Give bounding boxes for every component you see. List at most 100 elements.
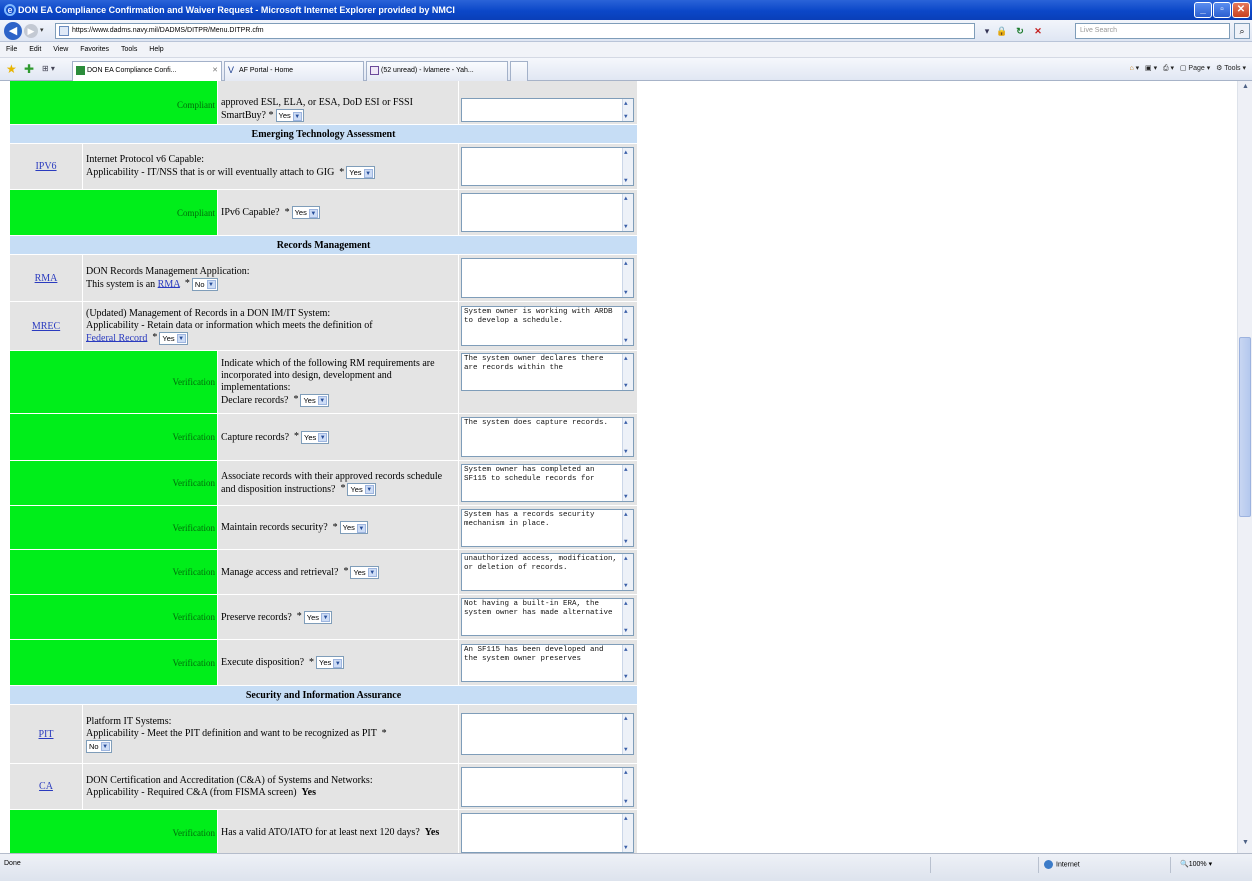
verification-label: Verification <box>10 595 217 639</box>
comment-textarea[interactable]: System has a records security mechanism … <box>461 508 634 547</box>
comment-textarea[interactable] <box>461 98 634 122</box>
page-menu-button[interactable]: ▢ Page ▾ <box>1180 65 1210 72</box>
address-dropdown-icon[interactable]: ▾ <box>980 23 994 39</box>
new-tab-button[interactable] <box>510 61 528 81</box>
back-button[interactable]: ◀ <box>4 22 22 40</box>
ipv6-link[interactable]: IPV6 <box>35 161 56 172</box>
textarea-scrollbar[interactable] <box>622 599 633 635</box>
textarea-scrollbar[interactable] <box>622 194 633 231</box>
answer-select[interactable]: Yes ▼ <box>275 109 304 122</box>
comment-textarea[interactable]: The system does capture records. <box>461 417 634 457</box>
search-input[interactable]: Live Search <box>1075 23 1230 39</box>
menu-file[interactable]: File <box>6 46 17 53</box>
refresh-icon[interactable]: ↻ <box>1012 23 1028 39</box>
textarea-scrollbar[interactable] <box>622 644 633 681</box>
answer-select[interactable]: Yes ▼ <box>339 521 368 534</box>
page-scrollbar[interactable]: ▲ ▼ <box>1237 81 1252 853</box>
comment-cell: An SF115 has been developed and the syst… <box>459 640 637 685</box>
acronym-cell: MREC <box>10 302 82 350</box>
textarea-scrollbar[interactable] <box>622 767 633 806</box>
comment-cell <box>459 810 637 853</box>
rma-definition-link[interactable]: RMA <box>158 278 180 289</box>
answer-select[interactable]: Yes ▼ <box>291 206 320 219</box>
textarea-scrollbar[interactable] <box>622 714 633 754</box>
comment-textarea[interactable]: System owner has completed an SF115 to s… <box>461 464 634 502</box>
answer-select[interactable]: No ▼ <box>191 277 218 291</box>
comment-textarea[interactable]: The system owner declares there are reco… <box>461 353 634 391</box>
home-icon[interactable]: ⌂ <box>1130 65 1134 72</box>
lock-icon[interactable]: 🔒 <box>995 23 1009 39</box>
answer-select[interactable]: Yes ▼ <box>301 430 330 444</box>
comment-textarea[interactable] <box>461 713 634 755</box>
textarea-scrollbar[interactable] <box>622 418 633 456</box>
textarea-scrollbar[interactable] <box>622 509 633 546</box>
textarea-scrollbar[interactable] <box>622 554 633 590</box>
feeds-icon[interactable]: ▣ <box>1145 65 1152 72</box>
comment-textarea[interactable]: An SF115 has been developed and the syst… <box>461 643 634 682</box>
textarea-scrollbar[interactable] <box>622 259 633 297</box>
answer-select[interactable]: Yes ▼ <box>300 393 329 407</box>
ca-link[interactable]: CA <box>39 781 53 792</box>
textarea-scrollbar[interactable] <box>622 354 633 390</box>
question-text: Capture records? <box>221 431 290 443</box>
chevron-down-icon: ▼ <box>100 742 110 752</box>
rma-link[interactable]: RMA <box>35 273 58 284</box>
stop-icon[interactable]: ✕ <box>1030 23 1046 39</box>
menu-view[interactable]: View <box>53 46 68 53</box>
pit-link[interactable]: PIT <box>39 729 54 740</box>
history-dropdown-icon[interactable]: ▾ <box>40 26 44 34</box>
comment-textarea[interactable]: System owner is working with ARDB to dev… <box>461 306 634 346</box>
address-bar[interactable]: https://www.dadms.navy.mil/DADMS/DITPR/M… <box>55 23 975 39</box>
maximize-button[interactable]: ▫ <box>1213 2 1231 18</box>
textarea-scrollbar[interactable] <box>622 307 633 345</box>
mrec-link[interactable]: MREC <box>32 321 60 332</box>
answer-select[interactable]: Yes ▼ <box>347 482 376 496</box>
zoom-level[interactable]: 🔍100% ▾ <box>1180 860 1212 868</box>
scroll-thumb[interactable] <box>1239 337 1251 517</box>
favorites-star-icon[interactable]: ★ <box>6 62 17 76</box>
answer-select[interactable]: Yes ▼ <box>346 166 375 179</box>
print-icon[interactable]: ⎙ <box>1163 65 1169 72</box>
chevron-down-icon: ▼ <box>318 433 328 443</box>
tab-close-icon[interactable]: ✕ <box>212 62 218 80</box>
answer-select[interactable]: Yes ▼ <box>316 656 345 669</box>
menu-favorites[interactable]: Favorites <box>80 46 109 53</box>
answer-select[interactable]: Yes ▼ <box>350 565 379 579</box>
tab-af-portal[interactable]: V AF Portal - Home <box>224 61 364 81</box>
comment-textarea[interactable] <box>461 258 634 298</box>
federal-record-link[interactable]: Federal Record <box>86 332 147 343</box>
scroll-down-icon[interactable]: ▼ <box>1240 839 1251 851</box>
answer-select[interactable]: Yes ▼ <box>159 331 188 345</box>
textarea-scrollbar[interactable] <box>622 148 633 185</box>
forward-button[interactable]: ▶ <box>24 24 38 38</box>
description-applicability: Applicability - IT/NSS that is or will e… <box>86 166 335 178</box>
tab-yahoo-mail[interactable]: (52 unread) - lvlamere - Yah... <box>366 61 508 81</box>
answer-select[interactable]: No ▼ <box>86 739 112 753</box>
compliant-label: Compliant <box>10 81 217 124</box>
answer-select[interactable]: Yes ▼ <box>303 610 333 624</box>
tab-don-ea[interactable]: DON EA Compliance Confi... ✕ <box>72 61 222 81</box>
status-label: Compliant <box>177 100 215 110</box>
menu-edit[interactable]: Edit <box>29 46 41 53</box>
textarea-scrollbar[interactable] <box>622 99 633 121</box>
comment-textarea[interactable] <box>461 813 634 853</box>
search-icon[interactable]: ⌕ <box>1234 23 1250 39</box>
textarea-scrollbar[interactable] <box>622 814 633 852</box>
add-favorite-icon[interactable]: ✚ <box>24 62 34 76</box>
quick-tabs-icon[interactable]: ⊞ ▾ <box>42 64 55 73</box>
security-zone[interactable]: Internet <box>1044 860 1080 869</box>
question-text: Associate records with their approved re… <box>221 470 443 495</box>
close-button[interactable]: ✕ <box>1232 2 1250 18</box>
menu-tools[interactable]: Tools <box>121 46 137 53</box>
comment-textarea[interactable]: unauthorized access, modification, or de… <box>461 553 634 591</box>
comment-textarea[interactable] <box>461 147 634 186</box>
comment-text: An SF115 has been developed and the syst… <box>464 645 604 663</box>
comment-textarea[interactable]: Not having a built-in ERA, the system ow… <box>461 598 634 636</box>
comment-textarea[interactable] <box>461 766 634 807</box>
textarea-scrollbar[interactable] <box>622 465 633 501</box>
scroll-up-icon[interactable]: ▲ <box>1240 83 1251 95</box>
tools-menu-button[interactable]: ⚙ Tools ▾ <box>1216 65 1246 72</box>
menu-help[interactable]: Help <box>149 46 163 53</box>
comment-textarea[interactable] <box>461 193 634 232</box>
minimize-button[interactable]: _ <box>1194 2 1212 18</box>
